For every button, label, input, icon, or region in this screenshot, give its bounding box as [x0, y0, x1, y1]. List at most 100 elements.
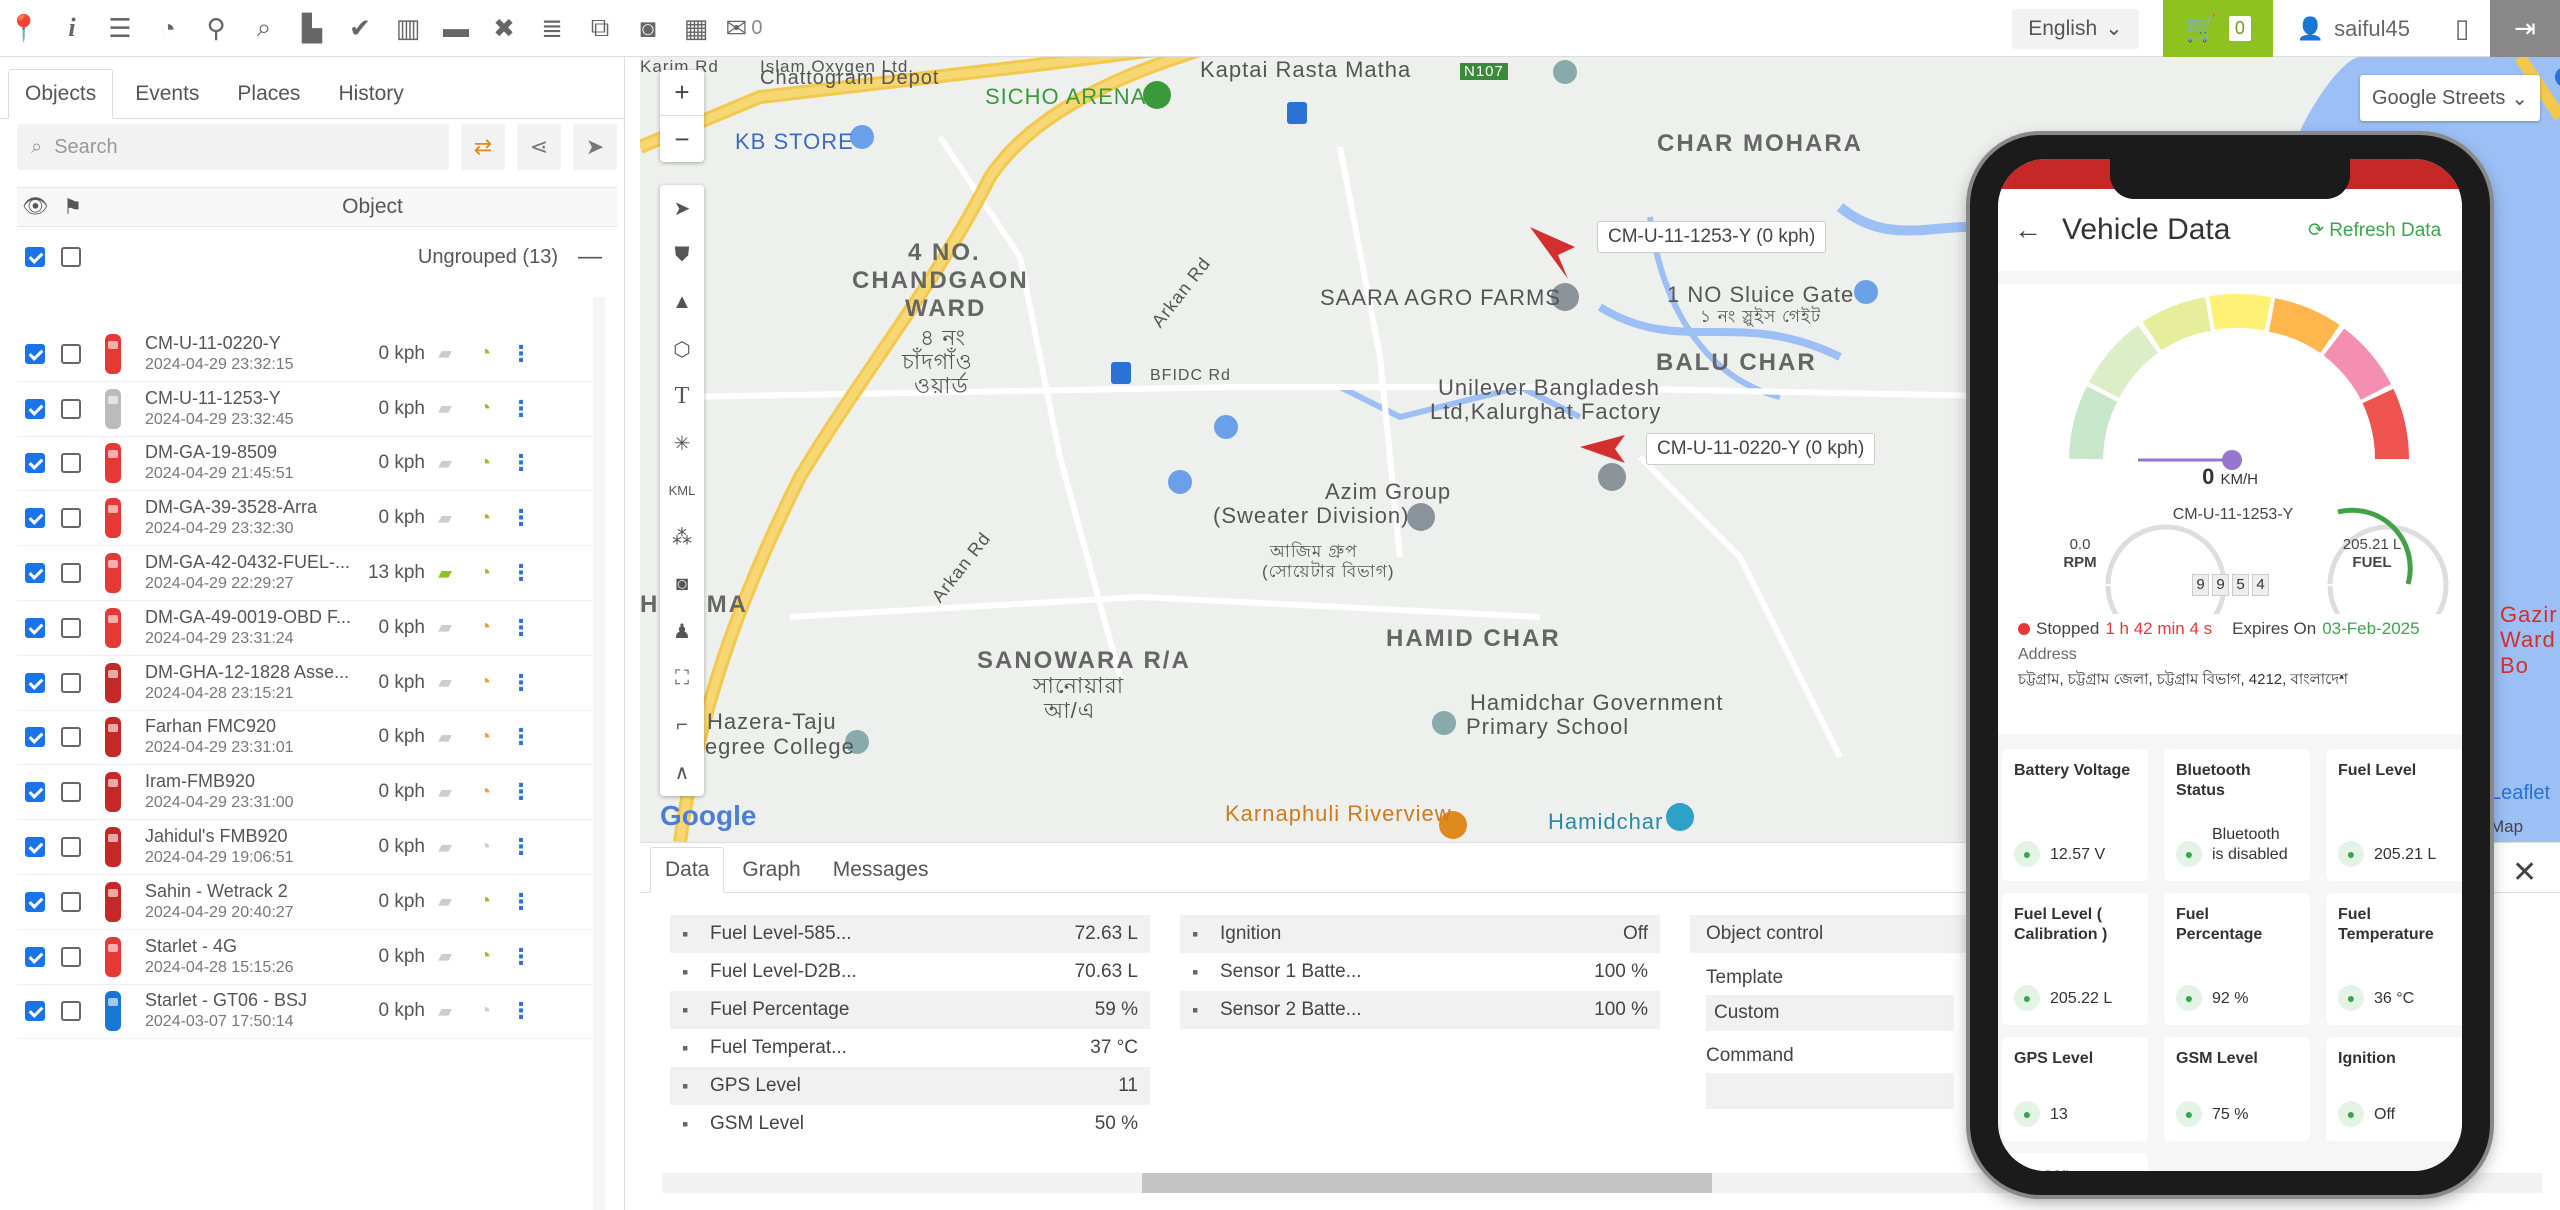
row-follow-checkbox[interactable] — [61, 891, 81, 912]
column-object[interactable]: Object — [128, 195, 617, 219]
sensor-tile[interactable]: GPS Level ● 13 — [2002, 1037, 2148, 1141]
row-visible-checkbox[interactable] — [25, 837, 45, 858]
row-visible-checkbox[interactable] — [25, 453, 45, 474]
row-visible-checkbox[interactable] — [25, 617, 45, 638]
row-menu-icon[interactable]: ⋮ — [505, 724, 537, 750]
table-row[interactable]: Sahin - Wetrack 2 2024-04-29 20:40:27 0 kp… — [17, 875, 602, 930]
eye-icon[interactable]: 👁 — [17, 195, 54, 219]
collapse-icon[interactable]: — — [578, 243, 602, 271]
tab-places[interactable]: Places — [221, 70, 316, 118]
template-select[interactable]: Custom — [1706, 995, 1954, 1031]
row-follow-checkbox[interactable] — [61, 563, 81, 584]
map-layer-select[interactable]: Google Streets ⌄ — [2360, 75, 2540, 121]
row-visible-checkbox[interactable] — [25, 508, 45, 529]
row-visible-checkbox[interactable] — [25, 946, 45, 967]
row-menu-icon[interactable]: ⋮ — [505, 505, 537, 531]
follow-icon[interactable]: ⚑ — [54, 195, 91, 220]
text-icon[interactable]: T — [660, 373, 704, 420]
kml-icon[interactable]: KML — [660, 467, 704, 514]
table-row[interactable]: DM-GHA-12-1828 Asse... 2024-04-28 23:15:2… — [17, 656, 602, 711]
row-visible-checkbox[interactable] — [25, 672, 45, 693]
row-visible-checkbox[interactable] — [25, 891, 45, 912]
refresh-button[interactable]: ⟳ Refresh Data — [2308, 219, 2441, 242]
sensor-tile[interactable]: Bluetooth Status ● Bluetooth is disabled — [2164, 749, 2310, 881]
route-icon[interactable]: ∧ — [660, 749, 704, 796]
share-button[interactable]: ⋖ — [517, 124, 561, 170]
road-icon[interactable]: ▲ — [660, 279, 704, 326]
traffic-icon[interactable]: ⁂ — [660, 514, 704, 561]
shield-icon[interactable]: ⛊ — [660, 232, 704, 279]
search-input[interactable]: ⌕ Search — [17, 124, 449, 170]
fullscreen-icon[interactable]: ⛶ — [660, 655, 704, 702]
language-select[interactable]: English ⌄ — [2012, 8, 2139, 49]
row-menu-icon[interactable]: ⋮ — [505, 889, 537, 915]
cart-button[interactable]: 🛒 0 — [2162, 0, 2273, 57]
row-visible-checkbox[interactable] — [25, 343, 45, 364]
tab-events[interactable]: Events — [119, 70, 215, 118]
streetview-icon[interactable]: ♟ — [660, 608, 704, 655]
dashboard-icon[interactable]: ◔ — [144, 0, 192, 57]
vehicle-tooltip[interactable]: CM-U-11-1253-Y (0 kph) — [1597, 221, 1827, 253]
row-menu-icon[interactable]: ⋮ — [505, 944, 537, 970]
row-visible-checkbox[interactable] — [25, 782, 45, 803]
table-row[interactable]: DM-GA-39-3528-Arra 2024-04-29 23:32:30 0 k… — [17, 491, 602, 547]
sensor-tile[interactable]: Battery Voltage ● 12.57 V — [2002, 749, 2148, 881]
row-follow-checkbox[interactable] — [61, 453, 81, 474]
sensor-tile[interactable]: Fuel Temperature ● 36 °C — [2326, 893, 2462, 1025]
tab-graph[interactable]: Graph — [728, 848, 814, 892]
table-row[interactable]: Iram-FMB920 2024-04-29 23:31:00 0 kph ▰ ◔ ⋮ — [17, 765, 602, 821]
row-follow-checkbox[interactable] — [61, 1001, 81, 1022]
row-visible-checkbox[interactable] — [25, 563, 45, 584]
search-icon[interactable]: ⌕ — [240, 0, 288, 57]
table-row[interactable]: DM-GA-19-8509 2024-04-29 21:45:51 0 kph ▰ ◔ ⋮ — [17, 437, 602, 492]
tab-messages[interactable]: Messages — [819, 848, 943, 892]
table-row[interactable]: Starlet - GT06 - BSJ 2024-03-07 17:50:14 0… — [17, 985, 602, 1040]
camera-icon[interactable]: ◙ — [624, 0, 672, 57]
ruler-icon[interactable]: ⌐ — [660, 702, 704, 749]
database-icon[interactable]: ≣ — [528, 0, 576, 57]
row-follow-checkbox[interactable] — [61, 343, 81, 364]
film-icon[interactable]: ▦ — [672, 0, 720, 57]
chart-icon[interactable]: ▙ — [288, 0, 336, 57]
row-menu-icon[interactable]: ⋮ — [505, 560, 537, 586]
sliders-icon[interactable]: ☰ — [96, 0, 144, 57]
polygon-icon[interactable]: ⬡ — [660, 326, 704, 373]
list-scrollbar[interactable] — [593, 297, 605, 1210]
close-icon[interactable]: ✕ — [2512, 855, 2537, 890]
table-row[interactable]: DM-GA-42-0432-FUEL-... 2024-04-29 22:29:2… — [17, 546, 602, 601]
cluster-icon[interactable]: ✳ — [660, 420, 704, 467]
row-menu-icon[interactable]: ⋮ — [505, 341, 537, 367]
chat-icon[interactable]: ✉ 0 — [720, 0, 768, 57]
sensor-tile[interactable]: Fuel Level ( Calibration ) ● 205.22 L — [2002, 893, 2148, 1025]
scrollbar-thumb[interactable] — [1142, 1173, 1712, 1193]
table-row[interactable]: Farhan FMC920 2024-04-29 23:31:01 0 kph ▰ ◔ ⋮ — [17, 711, 602, 766]
user-menu[interactable]: 👤 saiful45 — [2273, 0, 2434, 57]
row-visible-checkbox[interactable] — [25, 1001, 45, 1022]
check-icon[interactable]: ✔ — [336, 0, 384, 57]
row-menu-icon[interactable]: ⋮ — [505, 670, 537, 696]
logout-button[interactable]: ⇥ — [2490, 0, 2560, 57]
sensor-tile[interactable]: Fuel Percentage ● 92 % — [2164, 893, 2310, 1025]
zoom-in-button[interactable]: + — [660, 70, 704, 116]
zoom-out-button[interactable]: − — [660, 116, 704, 162]
tab-data[interactable]: Data — [650, 847, 725, 893]
sensor-tile[interactable]: Ignition ● Off — [2326, 1037, 2462, 1141]
row-follow-checkbox[interactable] — [61, 727, 81, 748]
row-menu-icon[interactable]: ⋮ — [505, 779, 537, 805]
sensor-tile[interactable]: Sensor — [2002, 1153, 2148, 1171]
row-follow-checkbox[interactable] — [61, 672, 81, 693]
sensor-tile[interactable]: GSM Level ● 75 % — [2164, 1037, 2310, 1141]
table-row[interactable]: CM-U-11-1253-Y 2024-04-29 23:32:45 0 kph ▰ ◔… — [17, 382, 602, 437]
row-follow-checkbox[interactable] — [61, 508, 81, 529]
reload-button[interactable]: ⇄ — [461, 124, 505, 170]
row-visible-checkbox[interactable] — [25, 398, 45, 419]
code-icon[interactable]: ⧉ — [576, 0, 624, 57]
table-row[interactable]: DM-GA-49-0019-OBD F... 2024-04-29 23:31:2… — [17, 601, 602, 656]
car-icon[interactable]: ▬ — [432, 0, 480, 57]
row-follow-checkbox[interactable] — [61, 837, 81, 858]
navigate-icon[interactable]: ➤ — [660, 185, 704, 232]
book-icon[interactable]: ▥ — [384, 0, 432, 57]
camera-icon[interactable]: ◙ — [660, 561, 704, 608]
row-visible-checkbox[interactable] — [25, 727, 45, 748]
row-follow-checkbox[interactable] — [61, 782, 81, 803]
